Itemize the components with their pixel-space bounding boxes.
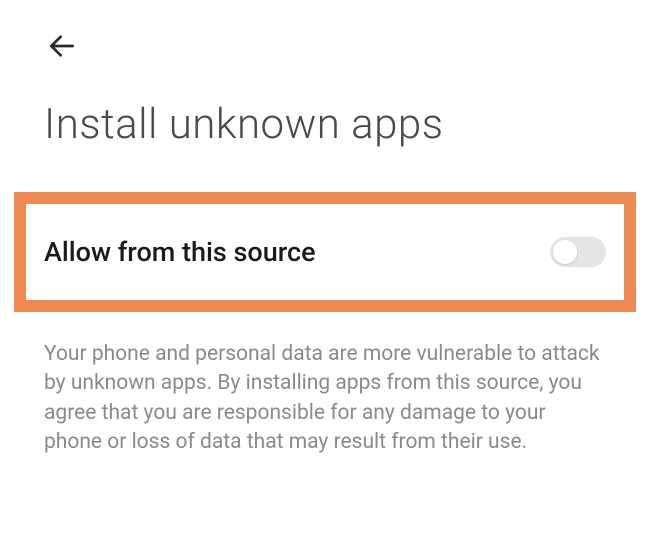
allow-source-toggle[interactable] [550,237,606,267]
page-title: Install unknown apps [44,100,444,149]
toggle-knob [553,240,577,264]
back-button[interactable] [44,28,80,64]
allow-source-setting-row[interactable]: Allow from this source [44,220,606,284]
warning-description: Your phone and personal data are more vu… [44,340,606,458]
arrow-left-icon [46,30,78,62]
allow-source-label: Allow from this source [44,236,316,268]
